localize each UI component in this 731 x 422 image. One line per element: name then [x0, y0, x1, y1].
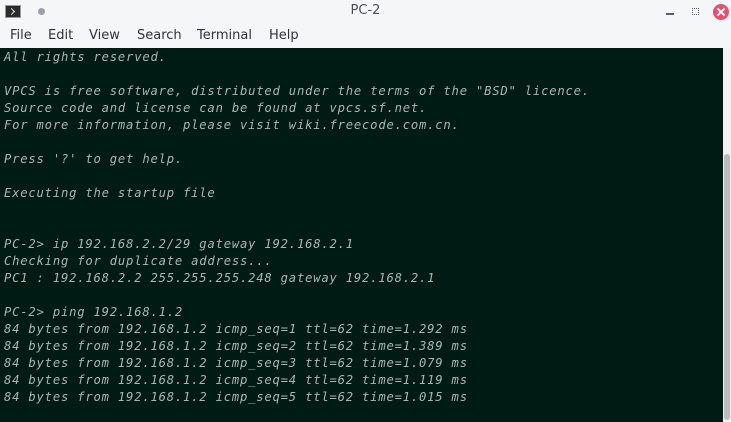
menu-search[interactable]: Search — [137, 28, 182, 43]
terminal-window: PC-2 File Edit View Search Terminal Help… — [0, 0, 731, 422]
menu-view[interactable]: View — [89, 28, 120, 43]
menu-edit[interactable]: Edit — [48, 28, 73, 43]
terminal-line: Source code and license can be found at … — [4, 101, 428, 115]
maximize-icon[interactable] — [688, 4, 704, 20]
terminal-line: 84 bytes from 192.168.1.2 icmp_seq=4 ttl… — [4, 373, 468, 387]
scrollbar-thumb[interactable] — [724, 154, 730, 420]
terminal-line: 84 bytes from 192.168.1.2 icmp_seq=5 ttl… — [4, 390, 468, 404]
terminal-line: Press '?' to get help. — [4, 152, 184, 166]
terminal-line: PC1 : 192.168.2.2 255.255.255.248 gatewa… — [4, 271, 436, 285]
title-bar[interactable]: PC-2 — [0, 0, 731, 24]
terminal-line: 84 bytes from 192.168.1.2 icmp_seq=3 ttl… — [4, 356, 468, 370]
terminal-line: 84 bytes from 192.168.1.2 icmp_seq=1 ttl… — [4, 322, 468, 336]
minimize-icon[interactable] — [662, 4, 678, 20]
terminal-line: VPCS is free software, distributed under… — [4, 84, 590, 98]
menu-terminal[interactable]: Terminal — [197, 28, 252, 43]
terminal-line: PC-2> ip 192.168.2.2/29 gateway 192.168.… — [4, 237, 354, 251]
terminal-line: PC-2> ping 192.168.1.2 — [4, 305, 184, 319]
menu-file[interactable]: File — [10, 28, 32, 43]
close-icon[interactable] — [713, 4, 729, 20]
menu-bar: File Edit View Search Terminal Help — [0, 24, 731, 48]
terminal-line: 84 bytes from 192.168.1.2 icmp_seq=2 ttl… — [4, 339, 468, 353]
terminal-line: Executing the startup file — [4, 186, 216, 200]
terminal-output[interactable]: All rights reserved. VPCS is free softwa… — [0, 48, 723, 422]
window-title: PC-2 — [350, 3, 381, 18]
terminal-line: All rights reserved. — [4, 50, 167, 64]
menu-help[interactable]: Help — [269, 28, 299, 43]
vertical-scrollbar[interactable] — [723, 48, 731, 422]
terminal-line: For more information, please visit wiki.… — [4, 118, 460, 132]
terminal-line: Checking for duplicate address... — [4, 254, 273, 268]
